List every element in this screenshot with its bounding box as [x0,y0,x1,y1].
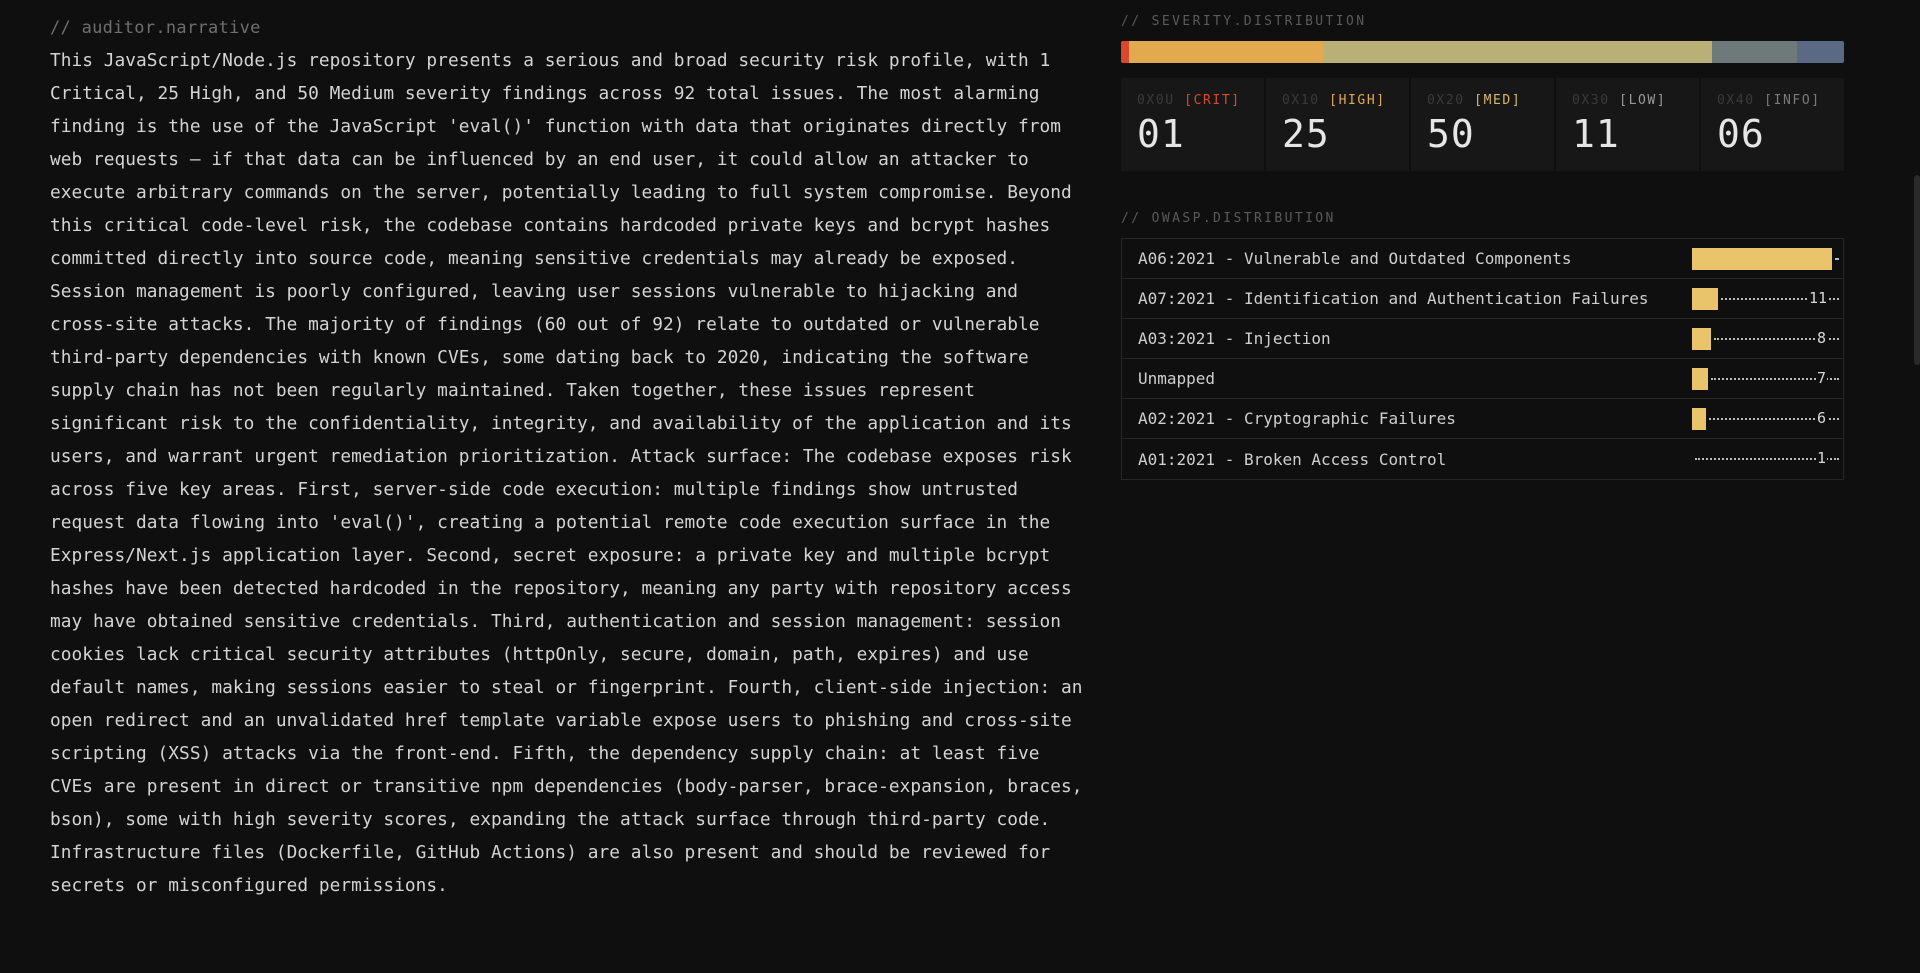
owasp-bar [1692,368,1709,390]
severity-section-label: // SEVERITY.DISTRIBUTION [1121,14,1367,29]
owasp-count: 8 [1816,329,1828,347]
owasp-bar [1692,328,1711,350]
scrollbar-thumb[interactable] [1914,175,1920,365]
severity-bar-segment-crit [1121,41,1129,63]
severity-card-count: 06 [1717,112,1765,156]
severity-bar-segment-low [1711,41,1798,63]
owasp-bar [1692,248,1832,270]
severity-card-hex: 0X20 [1427,93,1465,108]
owasp-row[interactable]: A02:2021 - Cryptographic Failures 6 [1122,399,1843,439]
severity-card-hex: 0X0U [1137,93,1175,108]
narrative-section-label: // auditor.narrative [50,18,261,38]
severity-card-count: 50 [1427,112,1475,156]
severity-card-count: 25 [1282,112,1330,156]
severity-bar-segment-info [1797,41,1844,63]
severity-card-count: 01 [1137,112,1185,156]
distribution-panel: // SEVERITY.DISTRIBUTION 0X0U [CRIT] 01 … [1121,14,1844,480]
owasp-row[interactable]: A03:2021 - Injection 8 [1122,319,1843,359]
severity-card-tag: [MED] [1474,93,1522,108]
severity-card-info[interactable]: 0X40 [INFO] 06 [1701,78,1844,171]
narrative-text: This JavaScript/Node.js repository prese… [50,50,1083,896]
severity-card-count: 11 [1572,112,1620,156]
owasp-leader-dots [1835,258,1839,260]
owasp-row[interactable]: A07:2021 - Identification and Authentica… [1122,279,1843,319]
owasp-count: 7 [1816,369,1828,387]
severity-card-tag: [HIGH] [1329,93,1386,108]
owasp-count: 1 [1816,449,1828,467]
severity-bar-segment-high [1128,41,1324,63]
owasp-count: 6 [1816,409,1828,427]
owasp-meter: 7 [1692,359,1842,399]
severity-card-tag: [LOW] [1619,93,1667,108]
severity-bar-segment-med [1323,41,1712,63]
owasp-row[interactable]: A01:2021 - Broken Access Control 1 [1122,439,1843,479]
severity-card-high[interactable]: 0X10 [HIGH] 25 [1266,78,1409,171]
severity-card-hex: 0X30 [1572,93,1610,108]
severity-card-hex: 0X10 [1282,93,1320,108]
owasp-count: 11 [1808,289,1829,307]
severity-card-tag: [CRIT] [1184,93,1241,108]
owasp-meter: 1 [1692,439,1842,479]
owasp-meter: 11 [1692,279,1842,319]
severity-cards: 0X0U [CRIT] 01 0X10 [HIGH] 25 0X20 [MED]… [1121,78,1844,171]
owasp-meter [1692,239,1842,279]
owasp-bar [1692,408,1706,430]
owasp-row[interactable]: Unmapped 7 [1122,359,1843,399]
auditor-narrative-panel: // auditor.narrative This JavaScript/Nod… [50,18,1090,902]
owasp-bar [1692,288,1718,310]
audit-report-view: // auditor.narrative This JavaScript/Nod… [0,0,1920,973]
owasp-row[interactable]: A06:2021 - Vulnerable and Outdated Compo… [1122,239,1843,279]
severity-card-tag: [INFO] [1764,93,1821,108]
severity-card-low[interactable]: 0X30 [LOW] 11 [1556,78,1699,171]
owasp-meter: 6 [1692,399,1842,439]
severity-stacked-bar [1121,41,1844,63]
owasp-section-label: // OWASP.DISTRIBUTION [1121,211,1336,226]
severity-card-crit[interactable]: 0X0U [CRIT] 01 [1121,78,1264,171]
owasp-meter: 8 [1692,319,1842,359]
severity-card-med[interactable]: 0X20 [MED] 50 [1411,78,1554,171]
owasp-distribution-table: A06:2021 - Vulnerable and Outdated Compo… [1121,238,1844,480]
severity-card-hex: 0X40 [1717,93,1755,108]
